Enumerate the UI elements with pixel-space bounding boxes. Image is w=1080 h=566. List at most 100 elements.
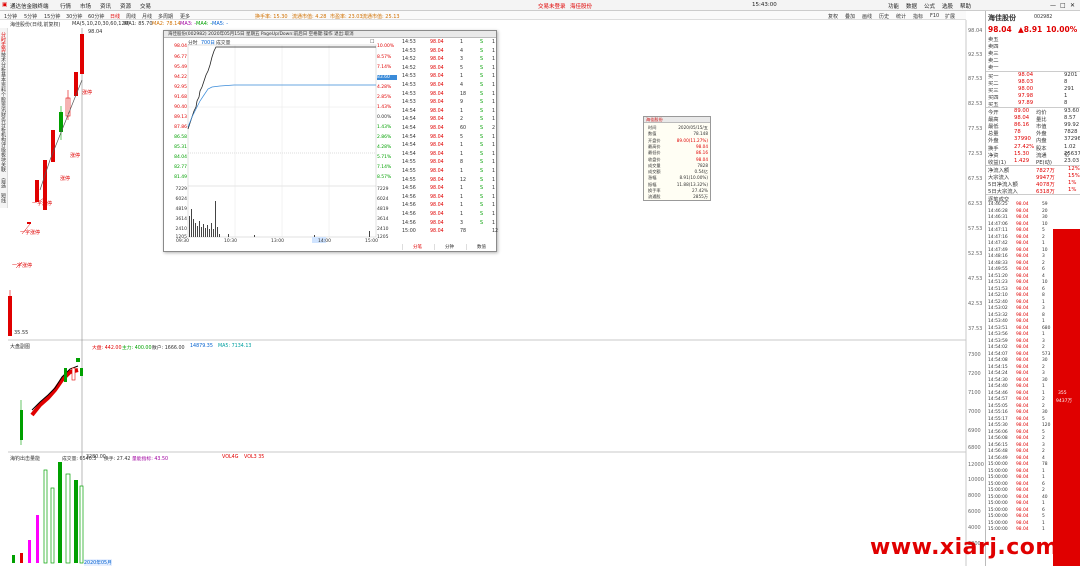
trade-cell: 14:53:32 [988,312,1008,318]
tick-cell: 98.04 [430,48,444,54]
trade-row: 15:00:00 98.04 78 [986,462,1052,468]
tick-cell: 98.04 [430,126,444,131]
trade-cell: 14:47:42 [988,241,1008,247]
tick-cell: 1 [492,220,496,226]
trade-cell: 6 [1042,286,1045,292]
trade-cell: 14:48:33 [988,260,1008,266]
trade-cell: 15:00:00 [988,501,1008,507]
info-row: 成交量 7828 [646,163,710,168]
tick-cell: 98.04 [430,151,444,157]
trade-cell: 2 [1042,488,1045,494]
tick-cell: 98.04 [430,194,444,200]
trade-row: 14:54:46 98.04 1 [986,391,1052,397]
vol-panel-title[interactable]: 海钓出击量能 [10,455,40,462]
info-value: 86.16 [696,150,708,156]
axis-tick: 42.53 [968,301,983,307]
info-value: 8.91(10.00%) [679,175,708,181]
minute-button[interactable]: 分钟 [434,244,464,250]
close-icon[interactable]: ✕ [1070,2,1075,9]
tick-cell: 5 [460,65,464,71]
info-key: 成交量 [648,162,661,168]
tick-cell: 14:54 [402,134,416,140]
time-tick: 14:00 [318,239,331,244]
intraday-popup[interactable]: 海佳股份(002982) 2020年05月15日 星期五 PageUp/Down… [163,30,498,252]
tick-cell: 98.04 [430,65,444,71]
infobox-title: 海佳股份 [644,117,710,123]
tick-cell: 1 [492,108,496,114]
quote-cell: 89.00 [1014,108,1030,114]
trade-row: 15:00:00 98.04 2 [986,488,1052,494]
vol-label: VOL4G [222,455,239,460]
trade-cell: 14:54:40 [988,384,1008,390]
trade-row: 14:48:16 98.04 3 [986,254,1052,260]
tick-cell: 98.04 [430,229,444,235]
quote-cell: 97.98 [1018,92,1034,99]
info-value: 7828 [697,162,708,168]
axis-tick: 98.04 [174,44,187,49]
trade-cell: 98.04 [1016,403,1029,409]
tick-cell: 1 [492,151,496,157]
trade-cell: 98.04 [1016,488,1029,494]
tick-cell: 15:00 [402,229,416,235]
axis-tick: 82.77 [174,165,187,170]
tick-cell: 98.04 [430,143,444,149]
tick-cell: S [480,74,484,80]
tick-cell: 98.04 [430,203,444,209]
trade-cell: 30 [1042,410,1048,416]
tick-button[interactable]: 分笔 [402,244,432,250]
trade-cell: 14:55:16 [988,410,1008,416]
tick-cell: 14:56 [402,220,416,226]
axis-tick: 7300 [968,352,981,358]
trade-cell: 98.04 [1016,312,1029,318]
trade-cell: 14:52:40 [988,299,1008,305]
axis-tick: 47.53 [968,276,983,282]
axis-tick: 77.53 [968,126,983,132]
info-value: 11.88(13.32%) [676,181,708,187]
candle [35,180,39,202]
trade-row: 14:54:15 98.04 2 [986,365,1052,371]
axis-tick: 90.40 [174,105,187,110]
tick-cell: 98.04 [430,186,444,192]
tick-row: 14:54 98.04 60 S 2 [402,126,498,133]
tick-cell: 98.04 [430,169,444,174]
tick-cell: 1 [492,65,496,71]
trade-cell: 98.04 [1016,416,1029,422]
tick-row: 14:56 98.04 1 S 1 [402,186,498,193]
trade-cell: 1 [1042,501,1045,507]
tick-cell: 14:56 [402,194,416,200]
axis-tick: 81.49 [174,175,187,180]
maximize-icon[interactable]: □ [1060,2,1066,9]
trade-cell: 5 [1042,228,1045,234]
trade-cell: 15:00:00 [988,514,1008,520]
info-key: 数值 [648,131,657,137]
trade-cell: 4 [1042,273,1045,279]
trade-row: 14:53:32 98.04 8 [986,313,1052,319]
trade-cell: 98.04 [1016,423,1029,429]
trade-cell: 14:54:02 [988,345,1008,351]
axis-tick: 0.00% [377,115,392,120]
quote-row: 买四 97.98 1 [986,92,1080,101]
tick-cell: 98.04 [430,40,444,45]
tick-cell: 1 [460,151,464,157]
value-button[interactable]: 数值 [466,244,496,250]
trade-row: 14:51:23 98.04 10 [986,280,1052,286]
trade-row: 14:54:40 98.04 1 [986,384,1052,390]
tick-cell: 1 [460,40,464,45]
minimize-icon[interactable]: — [1050,2,1056,9]
trade-cell: 10 [1042,247,1048,253]
axis-tick: 6024 [377,197,389,202]
side-bar-label: 9437万 [1056,399,1072,404]
trade-cell: 1 [1042,241,1045,247]
trade-row: 14:54:08 98.04 30 [986,358,1052,364]
mid-value: 主力: 400.00 [122,346,152,351]
tick-row: 14:56 98.04 1 S 1 [402,212,498,219]
trade-cell: 15:00:00 [988,488,1008,494]
trade-cell: 14:47:06 [988,221,1008,227]
axis-tick: 8.57% [377,55,392,60]
trade-row: 14:46:31 98.04 30 [986,215,1052,221]
trade-cell: 98.04 [1016,299,1029,305]
mid-panel-title[interactable]: 大盘副图 [10,343,30,350]
tick-row: 14:53 98.04 1 S 1 [402,74,498,81]
axis-tick: 57.53 [968,226,983,232]
axis-tick: 67.53 [968,176,983,182]
